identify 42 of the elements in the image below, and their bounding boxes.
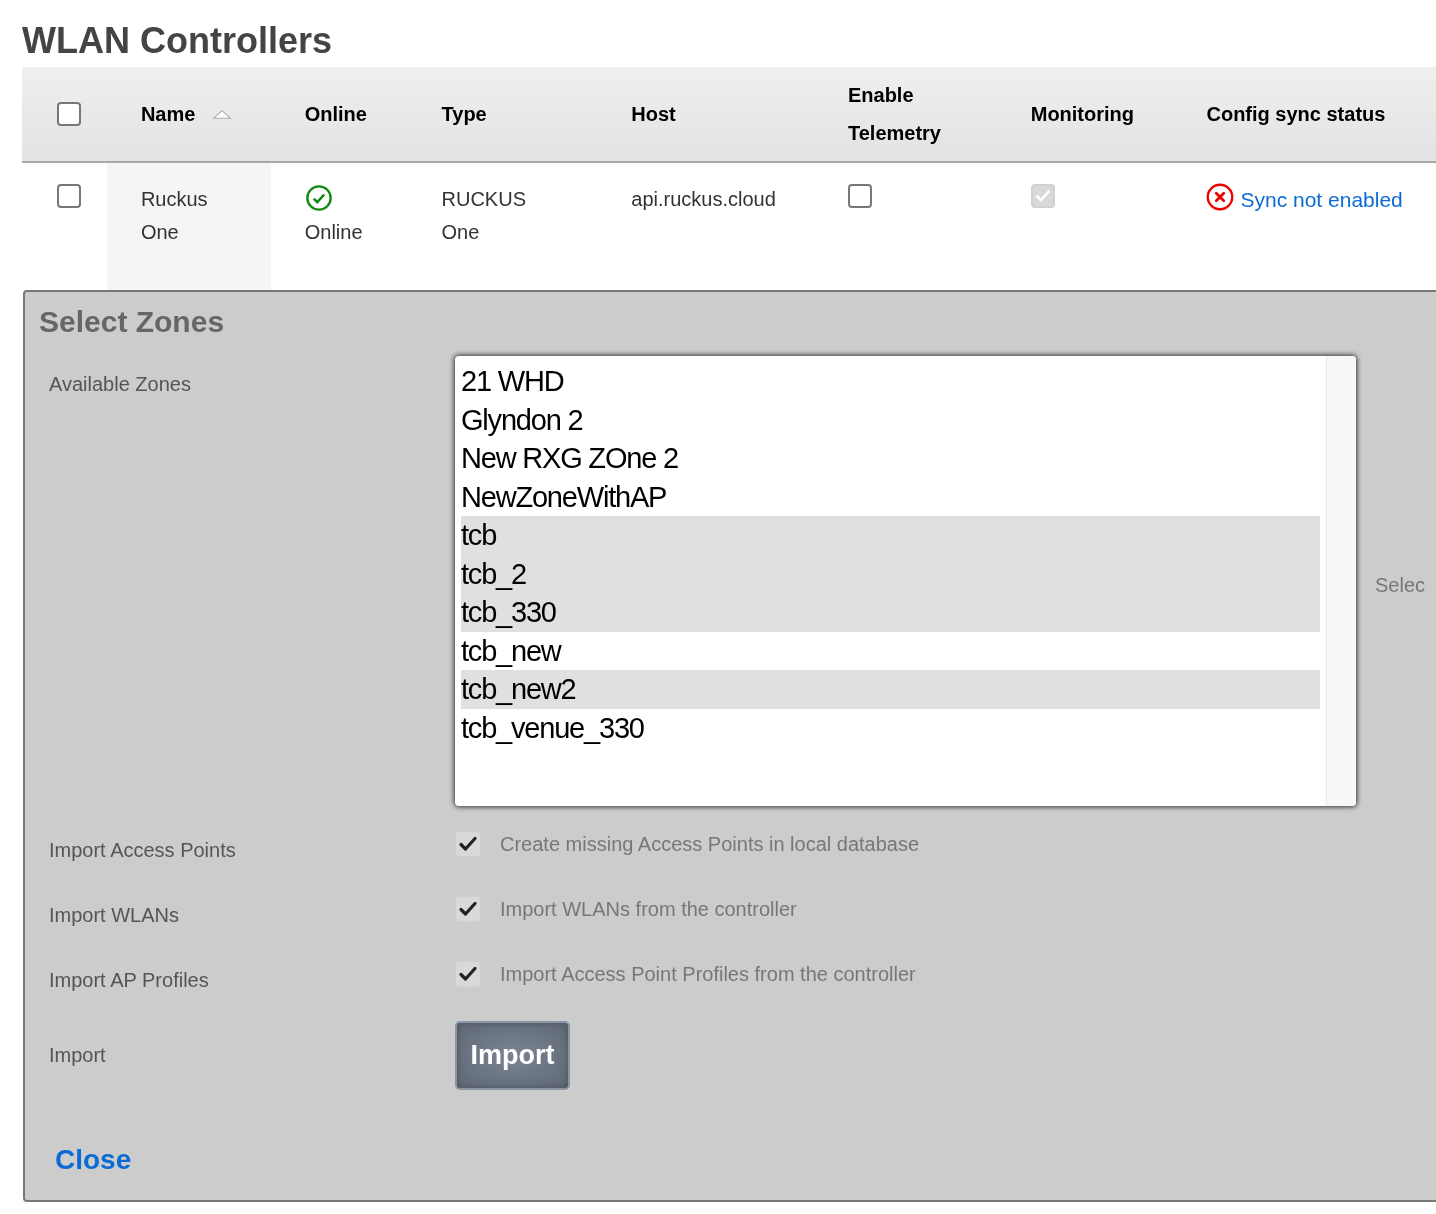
list-item[interactable]: tcb_2 [461, 554, 1320, 593]
list-item[interactable]: tcb [461, 516, 1320, 555]
checkbox-label: Import WLANs from the controller [500, 897, 797, 922]
field-label: Import Access Points [48, 838, 237, 863]
column-header[interactable]: Online [304, 95, 367, 133]
list-item[interactable]: tcb_new [461, 631, 1320, 670]
checkbox[interactable] [57, 184, 81, 208]
list-item[interactable]: tcb_venue_330 [461, 708, 1320, 747]
table-cell-text: Ruckus One [140, 187, 209, 245]
list-item[interactable]: 21 WHD [461, 362, 1320, 401]
column-header[interactable]: Config sync status [1206, 95, 1386, 133]
column-header[interactable]: Enable Telemetry [847, 76, 968, 152]
table-cell-text: api.ruckus.cloud [631, 187, 776, 212]
field-label: Available Zones [48, 372, 192, 397]
column-header[interactable]: Monitoring [1030, 95, 1135, 133]
scrollbar[interactable] [1326, 356, 1356, 806]
select-all-checkbox[interactable] [57, 102, 81, 126]
checkbox-label: Create missing Access Points in local database [500, 832, 920, 857]
checkbox[interactable] [847, 184, 872, 208]
list-item[interactable]: tcb_new2 [461, 670, 1320, 709]
list-item[interactable]: tcb_330 [461, 593, 1320, 632]
field-label: Import AP Profiles [48, 968, 210, 993]
check-circle-icon [304, 184, 333, 212]
sync-status-link[interactable]: Sync not enabled [1240, 183, 1403, 216]
error-icon [1206, 183, 1235, 211]
import-button[interactable]: Import [455, 1020, 570, 1090]
table-cell-text: Online [304, 220, 363, 245]
table-row[interactable]: Ruckus One Online RUCKUS One api.ruckus.cloud Sync not enabled [22, 163, 1436, 290]
page-title: WLAN Controllers [22, 19, 332, 63]
column-header[interactable]: Type [441, 95, 487, 133]
column-header[interactable]: Name [140, 95, 196, 133]
dialog-title: Select Zones [39, 304, 226, 340]
button-label: Selec [1375, 573, 1426, 597]
column-header[interactable]: Host [631, 95, 676, 133]
table-cell-text: RUCKUS One [441, 187, 527, 245]
zone-listbox[interactable]: 21 WHD Glyndon 2 New RXG ZOne 2 NewZoneWithAP tcb tcb_2 tcb_330 tcb_new tcb_new2 tcb_venue_330 [455, 356, 1356, 806]
list-item[interactable]: New RXG ZOne 2 [461, 439, 1320, 478]
field-label: Import [48, 1043, 107, 1068]
list-item[interactable]: Glyndon 2 [461, 400, 1320, 439]
checkbox-label: Import Access Point Profiles from the controller [500, 962, 916, 987]
list-item[interactable]: NewZoneWithAP [461, 477, 1320, 516]
field-label: Import WLANs [48, 903, 181, 928]
